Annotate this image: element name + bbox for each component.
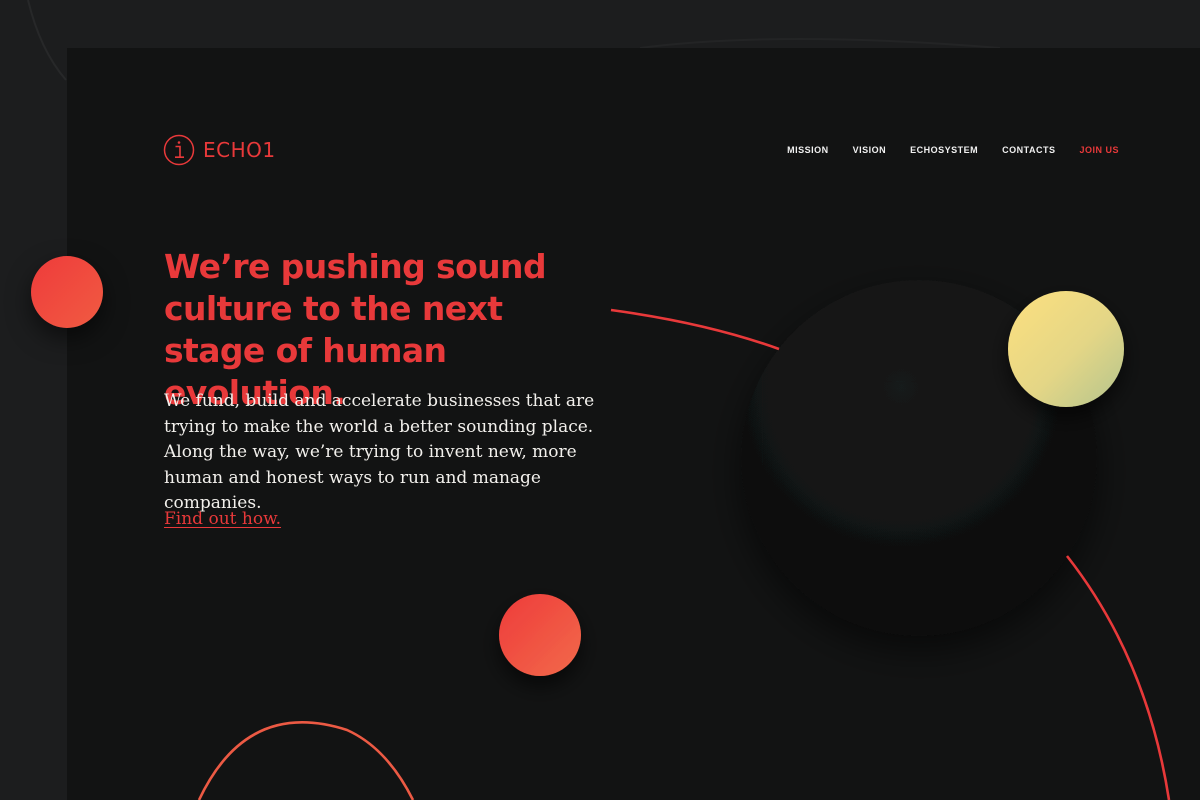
brand-name: ECHO1 (203, 138, 276, 162)
yellow-circle (1008, 291, 1124, 407)
red-circle (499, 594, 581, 676)
edge-red-circle (31, 256, 103, 328)
echo1-logo-icon (163, 134, 195, 166)
orbit-line-right (1065, 555, 1171, 800)
nav-mission[interactable]: MISSION (787, 145, 829, 155)
hero-body: We fund, build and accelerate businesses… (164, 391, 595, 513)
find-out-how-link[interactable]: Find out how. (164, 509, 281, 529)
nav-contacts[interactable]: CONTACTS (1002, 145, 1055, 155)
page-frame: ECHO1 MISSION VISION ECHOSYSTEM CONTACTS… (67, 48, 1200, 800)
orbit-line-upper (610, 308, 780, 351)
nav-join-us[interactable]: JOIN US (1079, 145, 1119, 155)
main-nav: MISSION VISION ECHOSYSTEM CONTACTS JOIN … (787, 145, 1119, 155)
brand-logo[interactable]: ECHO1 (163, 134, 276, 166)
nav-vision[interactable]: VISION (853, 145, 887, 155)
nav-echosystem[interactable]: ECHOSYSTEM (910, 145, 978, 155)
orbit-line-bottom (197, 721, 415, 800)
dark-sphere (741, 280, 1097, 636)
